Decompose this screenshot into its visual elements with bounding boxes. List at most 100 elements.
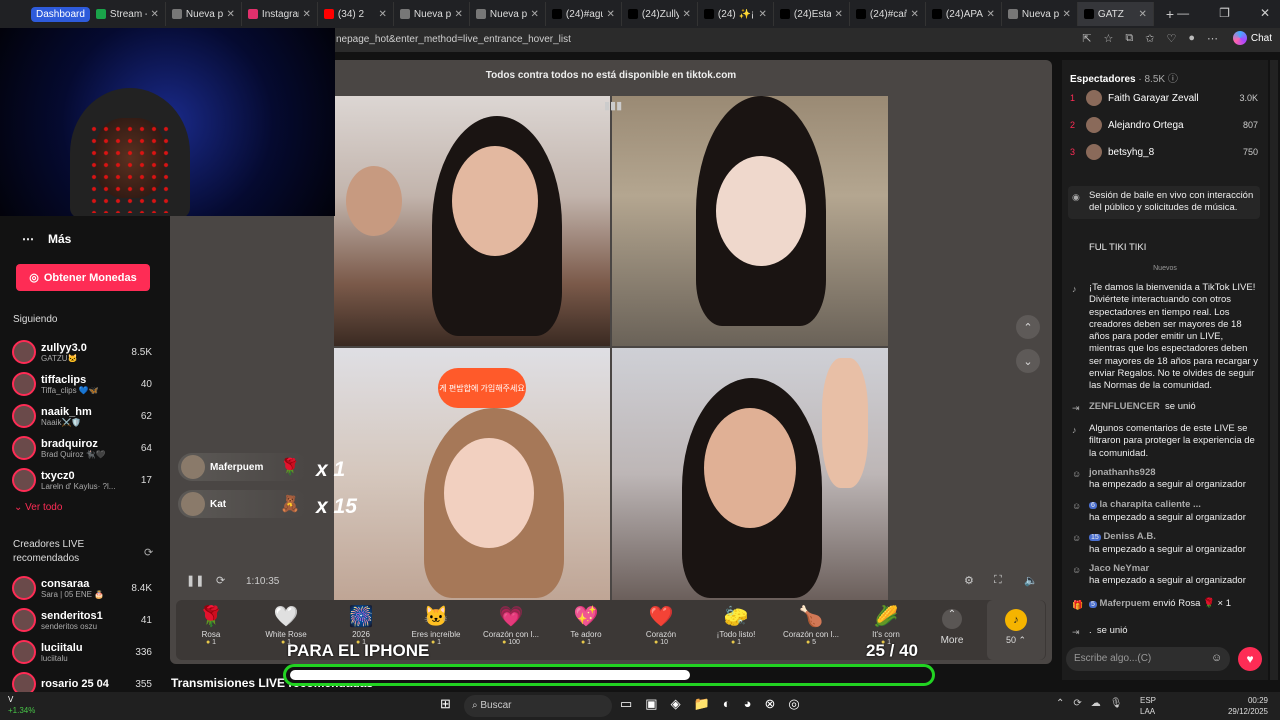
menu-icon[interactable]: ⋯ xyxy=(1207,32,1218,45)
browser-tab[interactable]: Nueva pe✕ xyxy=(470,2,546,26)
new-tab-icon[interactable]: + xyxy=(1166,6,1174,22)
more-menu[interactable]: ⋯ Más xyxy=(22,232,71,246)
page-scrollbar[interactable] xyxy=(1270,60,1278,680)
video-tile-1[interactable] xyxy=(334,96,610,346)
browser-tab[interactable]: (24)#cañit✕ xyxy=(850,2,926,26)
chevron-up-icon[interactable]: ⌃ xyxy=(1016,315,1040,339)
onedrive-icon[interactable]: ☁ xyxy=(1091,698,1101,709)
minimize-icon[interactable]: — xyxy=(1177,6,1189,20)
taskbar-search[interactable]: ⌕ Buscar xyxy=(464,695,612,717)
browser-tab[interactable]: Instagram✕ xyxy=(242,2,318,26)
browser-tab[interactable]: (34) 2 ✕ xyxy=(318,2,394,26)
close-tab-icon[interactable]: ✕ xyxy=(303,9,311,20)
xbox-icon[interactable]: ⊗ xyxy=(765,696,776,712)
gift-item[interactable]: 💗 Corazón con l... ● 100 xyxy=(476,604,546,646)
fullscreen-icon[interactable]: ⛶ xyxy=(994,574,1002,587)
audio-bars-icon[interactable]: ▮▮▮ xyxy=(604,99,622,112)
see-all-link[interactable]: ⌄ Ver todo xyxy=(14,502,62,513)
refresh-icon[interactable]: ⟳ xyxy=(144,546,153,559)
close-tab-icon[interactable]: ✕ xyxy=(987,9,995,20)
close-tab-icon[interactable]: ✕ xyxy=(911,9,919,20)
close-tab-icon[interactable]: ✕ xyxy=(227,9,235,20)
gift-item[interactable]: 🌹 Rosa ● 1 xyxy=(176,604,246,646)
close-tab-icon[interactable]: ✕ xyxy=(759,9,767,20)
gift-item[interactable]: 🐱 Eres increíble ● 1 xyxy=(401,604,471,646)
close-tab-icon[interactable]: ✕ xyxy=(455,9,463,20)
emoji-icon[interactable]: ☺ xyxy=(1211,652,1222,664)
close-tab-icon[interactable]: ✕ xyxy=(607,9,615,20)
gift-item[interactable]: ❤️ Corazón ● 10 xyxy=(626,604,696,646)
shield-icon[interactable]: ♡ xyxy=(1166,32,1176,45)
sidebar-creator-item[interactable]: naaik_hm Naaik⚔️🛡️ 62 xyxy=(12,402,156,430)
browser-tab[interactable]: Nueva pe✕ xyxy=(1002,2,1078,26)
top-viewer-row[interactable]: 3 betsyhg_8 750 xyxy=(1070,141,1266,163)
tab-dashboard[interactable]: Dashboard xyxy=(31,6,90,22)
browser-tab[interactable]: (24)APARI✕ xyxy=(926,2,1002,26)
obs-icon[interactable]: ◎ xyxy=(788,696,799,712)
browser-tab[interactable]: GATZ ✕ xyxy=(1077,2,1154,26)
gift-item[interactable]: 🎆 2026 ● 1 xyxy=(326,604,396,646)
more-gifts-button[interactable]: ⌃ More xyxy=(938,609,966,646)
like-button[interactable]: ♥ xyxy=(1238,647,1262,671)
sidebar-creator-item[interactable]: zullyy3.0 GATZU🐱 8.5K xyxy=(12,338,156,366)
video-tile-3[interactable]: 게 편밤합에 가입해주세요 xyxy=(334,348,610,600)
chevron-up-icon[interactable]: ⌃ xyxy=(1056,698,1064,709)
browser-tab[interactable]: (24)Esta c✕ xyxy=(774,2,850,26)
gift-item[interactable]: 🤍 White Rose ● 1 xyxy=(251,604,321,646)
language-indicator[interactable]: ESP LAA xyxy=(1140,695,1156,717)
browser-tab[interactable]: Nueva pe✕ xyxy=(394,2,470,26)
top-viewer-row[interactable]: 1 Faith Garayar Zevall 3.0K xyxy=(1070,87,1266,109)
clock[interactable]: 00:29 29/12/2025 xyxy=(1228,695,1268,717)
stock-widget[interactable]: V +1.34% xyxy=(8,694,35,716)
coin-balance[interactable]: ♪ 50 ⌃ xyxy=(987,600,1045,660)
gift-item[interactable]: 🌽 It's corn ● 1 xyxy=(851,604,921,646)
profile-icon[interactable]: ● xyxy=(1188,32,1195,45)
sync-icon[interactable]: ⟳ xyxy=(1073,698,1081,709)
pause-icon[interactable]: ❚❚ xyxy=(186,574,204,587)
browser-tab[interactable]: Stream - K✕ xyxy=(90,2,166,26)
settings-gear-icon[interactable]: ⚙ xyxy=(964,574,974,587)
maximize-icon[interactable]: ❐ xyxy=(1219,6,1230,20)
browser-tab[interactable]: Nueva pe✕ xyxy=(166,2,242,26)
close-tab-icon[interactable]: ✕ xyxy=(151,9,159,20)
mic-icon[interactable]: 🎙 xyxy=(1110,698,1123,709)
folder-icon[interactable]: 📁 xyxy=(694,696,710,712)
star-icon[interactable]: ☆ xyxy=(1104,32,1114,45)
chevron-down-icon[interactable]: ⌄ xyxy=(1016,349,1040,373)
copilot-icon[interactable]: ◈ xyxy=(671,696,681,712)
windows-start-icon[interactable]: ⊞ xyxy=(440,696,451,712)
close-tab-icon[interactable]: ✕ xyxy=(1139,9,1147,20)
copilot-chat-button[interactable]: Chat xyxy=(1232,31,1272,45)
gift-item[interactable]: 🍗 Corazón con l... ● 5 xyxy=(776,604,846,646)
top-viewer-row[interactable]: 2 Alejandro Ortega 807 xyxy=(1070,114,1266,136)
edge-icon[interactable]: ◐ xyxy=(723,696,731,712)
video-tile-4[interactable] xyxy=(612,348,888,600)
open-app-icon[interactable]: ⇱ xyxy=(1082,32,1091,45)
gift-item[interactable]: 💖 Te adoro ● 1 xyxy=(551,604,621,646)
browser-tab[interactable]: (24)#agus✕ xyxy=(546,2,622,26)
sidebar-creator-item[interactable]: luciitalu luciitalu 336 xyxy=(12,638,156,666)
close-tab-icon[interactable]: ✕ xyxy=(1063,9,1071,20)
sidebar-creator-item[interactable]: senderitos1 senderitos oszu 41 xyxy=(12,606,156,634)
close-tab-icon[interactable]: ✕ xyxy=(379,9,387,20)
browser-tab[interactable]: (24) ✨¡Bi✕ xyxy=(698,2,774,26)
url-text[interactable]: nepage_hot&enter_method=live_entrance_ho… xyxy=(336,34,571,45)
close-tab-icon[interactable]: ✕ xyxy=(531,9,539,20)
get-coins-button[interactable]: ◎ Obtener Monedas xyxy=(16,264,150,291)
discord-icon[interactable]: ◕ xyxy=(744,696,752,712)
video-tile-2[interactable] xyxy=(612,96,888,346)
sidebar-creator-item[interactable]: consaraa Sara | 05 ENE 🎂 8.4K xyxy=(12,574,156,602)
volume-icon[interactable]: 🔈 xyxy=(1024,574,1038,587)
gift-item[interactable]: 🧽 ¡Todo listo! ● 1 xyxy=(701,604,771,646)
task-view-icon[interactable]: ▭ xyxy=(620,696,632,712)
info-icon[interactable]: ⓘ xyxy=(1168,74,1178,85)
close-tab-icon[interactable]: ✕ xyxy=(683,9,691,20)
extensions-icon[interactable]: ⧉ xyxy=(1125,32,1133,45)
store-icon[interactable]: ▣ xyxy=(645,696,657,712)
sidebar-creator-item[interactable]: txycz0 Lareln d' Kaylus· ?l... 17 xyxy=(12,466,156,494)
sidebar-creator-item[interactable]: bradquiroz Brad Quiroz 🐈‍⬛🖤 64 xyxy=(12,434,156,462)
chat-input[interactable]: Escribe algo...(C) xyxy=(1066,647,1230,671)
close-icon[interactable]: ✕ xyxy=(1260,6,1270,20)
sidebar-creator-item[interactable]: tiffaclips Tiffa_clips 💙🦋 40 xyxy=(12,370,156,398)
close-tab-icon[interactable]: ✕ xyxy=(835,9,843,20)
